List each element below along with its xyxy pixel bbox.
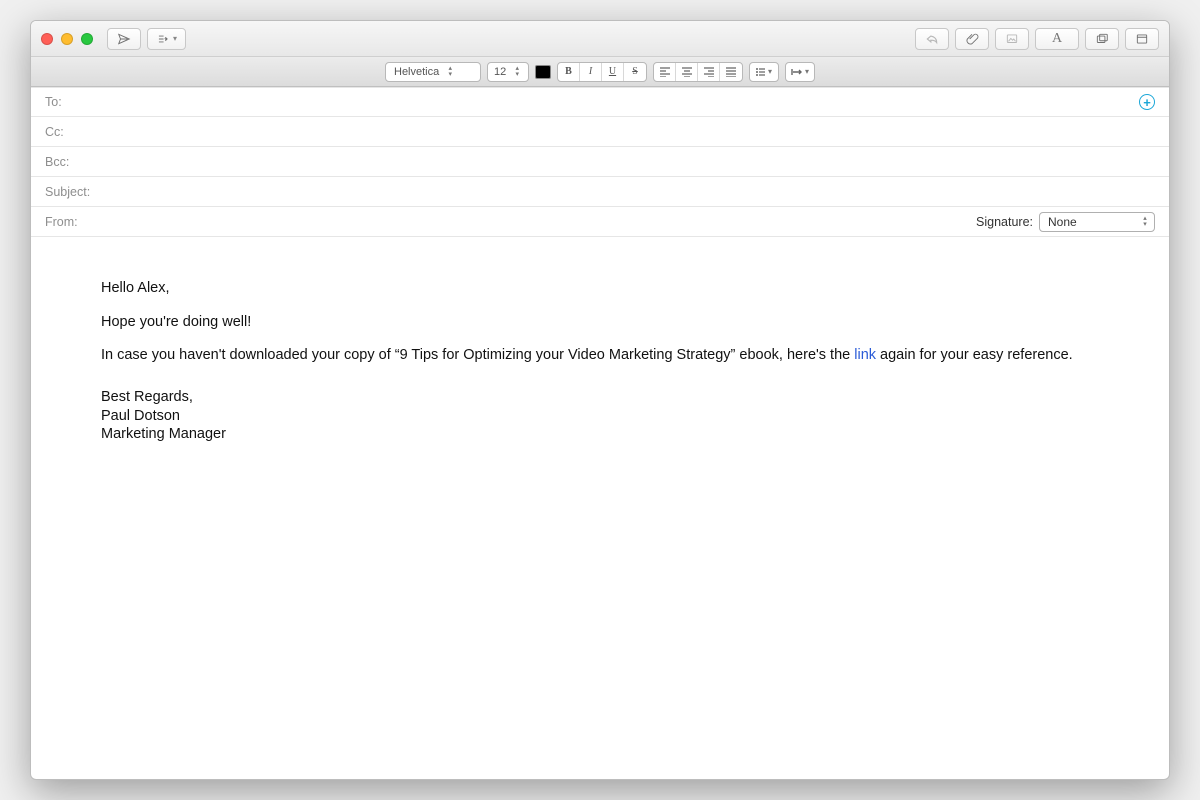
signature-label: Signature: [976,215,1033,229]
header-menu-button[interactable]: ▾ [147,28,186,50]
subject-label: Subject: [45,185,101,199]
stepper-arrows-icon [1140,215,1150,229]
sidebar-button[interactable] [1125,28,1159,50]
add-contact-button[interactable]: + [1139,94,1155,110]
format-button[interactable]: A [1035,28,1079,50]
send-button[interactable] [107,28,141,50]
from-field: From: Signature: None [31,207,1169,237]
text-style-group: B I U S [557,62,647,82]
font-family-select[interactable]: Helvetica [385,62,481,82]
from-label: From: [45,215,101,229]
cc-field[interactable]: Cc: [31,117,1169,147]
font-family-value: Helvetica [394,66,439,78]
reply-arrow-icon [925,32,939,46]
body-greeting: Hello Alex, [101,279,1099,299]
align-center-button[interactable] [676,63,698,81]
ebook-link[interactable]: link [854,347,876,363]
markup-button[interactable] [995,28,1029,50]
photo-browser-button[interactable] [1085,28,1119,50]
font-size-value: 12 [494,66,506,78]
to-label: To: [45,95,101,109]
paper-plane-icon [117,32,131,46]
align-justify-button[interactable] [720,63,742,81]
stacked-rects-icon [1095,32,1109,46]
bold-button[interactable]: B [558,63,580,81]
stepper-arrows-icon [445,65,455,79]
format-toolbar: Helvetica 12 B I U S ▾ ▾ [31,57,1169,87]
compose-window: ▾ A Helvetica 12 [30,20,1170,780]
message-body[interactable]: Hello Alex, Hope you're doing well! In c… [31,237,1169,779]
minimize-window-button[interactable] [61,33,73,45]
header-fields: To: + Cc: Bcc: Subject: From: Signature:… [31,87,1169,237]
stepper-arrows-icon [512,65,522,79]
bcc-field[interactable]: Bcc: [31,147,1169,177]
list-chevron-icon [156,32,170,46]
titlebar: ▾ A [31,21,1169,57]
signature-value: None [1048,215,1077,229]
text-color-swatch[interactable] [535,65,551,79]
strikethrough-button[interactable]: S [624,63,646,81]
panel-icon [1135,32,1149,46]
close-window-button[interactable] [41,33,53,45]
align-left-button[interactable] [654,63,676,81]
to-field[interactable]: To: + [31,87,1169,117]
chevron-down-icon: ▾ [173,35,177,43]
list-menu-button[interactable]: ▾ [749,62,779,82]
attach-button[interactable] [955,28,989,50]
photo-icon [1005,32,1019,46]
underline-button[interactable]: U [602,63,624,81]
sender-title: Marketing Manager [101,425,1099,444]
signature-select[interactable]: None [1039,212,1155,232]
cc-label: Cc: [45,125,101,139]
indent-menu-button[interactable]: ▾ [785,62,815,82]
font-size-stepper[interactable]: 12 [487,62,529,82]
letter-a-icon: A [1052,31,1062,47]
reply-button[interactable] [915,28,949,50]
body-line2: In case you haven't downloaded your copy… [101,346,1099,366]
bcc-label: Bcc: [45,155,101,169]
alignment-group [653,62,743,82]
signature-block: Best Regards, Paul Dotson Marketing Mana… [101,388,1099,445]
body-line1: Hope you're doing well! [101,313,1099,333]
sender-name: Paul Dotson [101,407,1099,426]
subject-field[interactable]: Subject: [31,177,1169,207]
paperclip-icon [965,32,979,46]
italic-button[interactable]: I [580,63,602,81]
window-controls [41,33,93,45]
closing: Best Regards, [101,388,1099,407]
align-right-button[interactable] [698,63,720,81]
zoom-window-button[interactable] [81,33,93,45]
